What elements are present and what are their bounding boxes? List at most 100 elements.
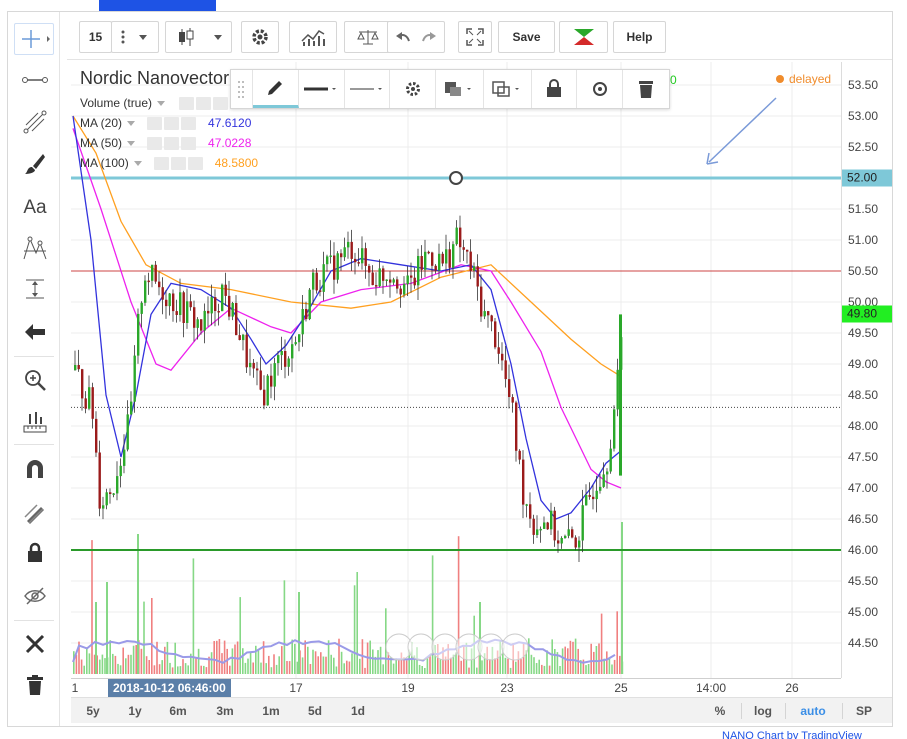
candle xyxy=(273,363,276,387)
scale-auto[interactable]: auto xyxy=(800,698,825,724)
volume-bar xyxy=(273,654,275,674)
scale-log[interactable]: log xyxy=(754,698,772,724)
candle xyxy=(77,365,80,370)
interval-dropdown[interactable] xyxy=(111,21,159,53)
time-axis[interactable]: 26 14:00 25 23 19 17 1 2018-10-12 06:46:00 xyxy=(71,678,841,698)
range-5y[interactable]: 5y xyxy=(86,698,99,724)
bring-front-button[interactable] xyxy=(436,70,484,108)
volume-bar xyxy=(392,663,395,674)
range-1y[interactable]: 1y xyxy=(128,698,141,724)
save-button[interactable]: Save xyxy=(498,21,555,53)
draw-color-button[interactable] xyxy=(252,70,299,108)
magnet-tool[interactable] xyxy=(21,455,49,483)
settings-button[interactable] xyxy=(241,21,279,53)
line-width-button[interactable] xyxy=(299,70,345,108)
help-button[interactable]: Help xyxy=(613,21,666,53)
volume-bar xyxy=(166,641,169,674)
nav-button[interactable] xyxy=(431,633,459,661)
price-chart[interactable] xyxy=(71,62,841,678)
volume-bar xyxy=(340,651,343,674)
scale-sp[interactable]: SP xyxy=(856,698,872,724)
chart-type-button[interactable] xyxy=(165,21,232,53)
study-volume[interactable]: Volume (true) xyxy=(80,96,229,110)
brush-tool[interactable] xyxy=(21,150,49,178)
gear-icon[interactable] xyxy=(196,96,212,110)
nav-button[interactable] xyxy=(501,633,529,661)
candle xyxy=(427,251,430,254)
gear-icon[interactable] xyxy=(164,136,180,150)
hide-drawings-tool[interactable] xyxy=(21,582,49,610)
eye-icon[interactable] xyxy=(147,116,163,130)
volume-bars xyxy=(73,522,624,674)
interval-input[interactable]: 15 xyxy=(79,21,112,53)
eye-icon[interactable] xyxy=(179,96,195,110)
zoom-tool[interactable] xyxy=(21,366,49,394)
line-segment-tool[interactable] xyxy=(21,66,49,94)
drag-handle[interactable] xyxy=(231,70,253,108)
nav-button[interactable] xyxy=(407,633,435,661)
line-handle[interactable] xyxy=(449,171,463,185)
fibonacci-tool[interactable] xyxy=(21,108,49,136)
scale-percent[interactable]: % xyxy=(715,698,726,724)
range-6m[interactable]: 6m xyxy=(169,698,186,724)
visibility-button[interactable] xyxy=(577,70,624,108)
volume-bar xyxy=(112,653,114,674)
eye-icon[interactable] xyxy=(153,156,169,170)
study-ma100[interactable]: MA (100) 48.5800 xyxy=(80,156,258,170)
compare-button[interactable] xyxy=(344,21,392,53)
range-1d[interactable]: 1d xyxy=(351,698,365,724)
text-tool-icon: Aa xyxy=(23,197,47,218)
text-tool[interactable]: Aa xyxy=(21,194,49,222)
volume-bar xyxy=(135,645,137,674)
candle xyxy=(609,448,612,472)
candle xyxy=(357,262,360,264)
send-back-button[interactable] xyxy=(484,70,532,108)
arrow-tool[interactable] xyxy=(21,318,49,346)
lock-drawing-tool[interactable] xyxy=(21,499,49,527)
price-tick: 48.50 xyxy=(848,388,879,402)
close-icon[interactable] xyxy=(213,96,229,110)
drawing-settings-button[interactable] xyxy=(390,70,437,108)
volume-bar xyxy=(533,657,535,674)
undo-icon[interactable] xyxy=(395,29,411,45)
candle xyxy=(396,279,399,289)
attribution-link[interactable]: NANO Chart by TradingView xyxy=(722,730,862,739)
range-3m[interactable]: 3m xyxy=(216,698,233,724)
measure-tool[interactable] xyxy=(21,275,49,303)
fullscreen-button[interactable] xyxy=(458,21,492,53)
trash-button[interactable] xyxy=(21,671,49,699)
nav-button[interactable] xyxy=(477,633,505,661)
close-icon[interactable] xyxy=(181,136,197,150)
candle xyxy=(389,279,392,283)
gear-icon[interactable] xyxy=(164,116,180,130)
study-ma50[interactable]: MA (50) 47.0228 xyxy=(80,136,251,150)
range-1m[interactable]: 1m xyxy=(262,698,279,724)
redo-icon[interactable] xyxy=(421,29,437,45)
indicators-button[interactable] xyxy=(289,21,337,53)
remove-tools-button[interactable] xyxy=(21,630,49,658)
volume-bar xyxy=(88,653,91,674)
delete-drawing-button[interactable] xyxy=(623,70,669,108)
volume-bar xyxy=(291,639,293,674)
lock-tool[interactable] xyxy=(21,539,49,567)
candle xyxy=(186,301,189,323)
eye-icon[interactable] xyxy=(147,136,163,150)
brand-button[interactable] xyxy=(559,21,608,53)
gear-icon[interactable] xyxy=(170,156,186,170)
ruler-tool[interactable] xyxy=(21,408,49,436)
pattern-tool[interactable] xyxy=(21,234,49,262)
price-axis[interactable]: 53.50 53.00 52.50 51.50 51.00 50.50 50.00 49.50… xyxy=(841,62,893,678)
study-value: 47.0228 xyxy=(208,136,252,150)
line-style-button[interactable] xyxy=(345,70,391,108)
close-icon[interactable] xyxy=(187,156,203,170)
annotation-arrow[interactable] xyxy=(708,97,777,163)
close-icon[interactable] xyxy=(181,116,197,130)
range-5d[interactable]: 5d xyxy=(308,698,322,724)
lock-drawing-button[interactable] xyxy=(532,70,578,108)
study-ma20[interactable]: MA (20) 47.6120 xyxy=(80,116,251,130)
remove-tools-icon xyxy=(25,634,45,654)
volume-bar xyxy=(346,660,348,674)
crosshair-tool[interactable] xyxy=(14,23,54,55)
volume-bar xyxy=(242,648,244,674)
candle xyxy=(529,504,532,519)
